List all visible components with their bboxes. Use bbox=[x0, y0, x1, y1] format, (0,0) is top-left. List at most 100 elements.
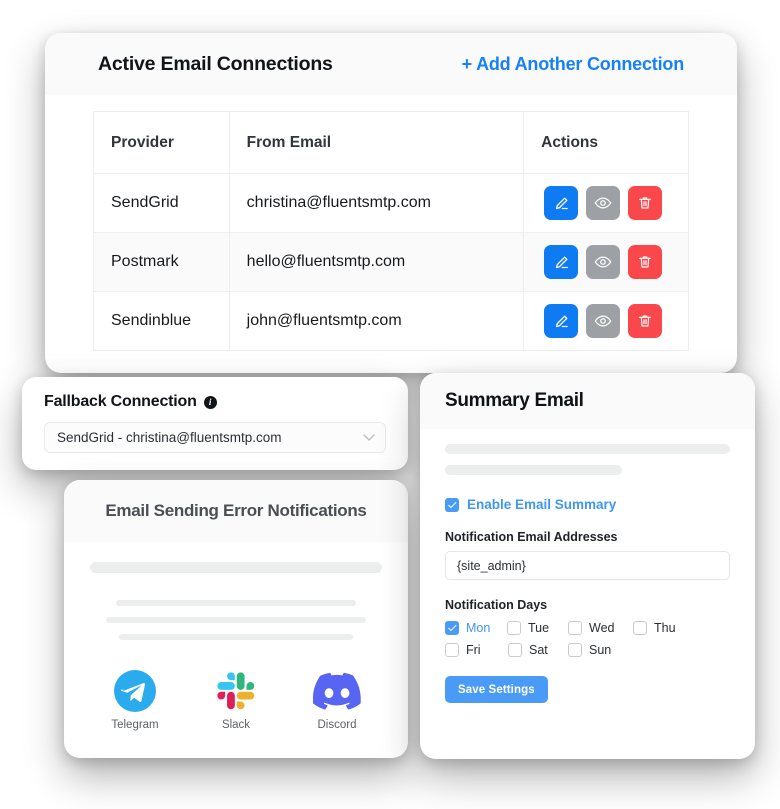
day-checkbox-tue[interactable]: Tue bbox=[507, 621, 568, 635]
discord-icon bbox=[313, 672, 361, 710]
delete-button[interactable] bbox=[628, 304, 663, 338]
summary-email-title: Summary Email bbox=[445, 390, 584, 411]
enable-email-summary-row[interactable]: Enable Email Summary bbox=[445, 497, 730, 512]
error-notifications-card: Email Sending Error Notifications Telegr… bbox=[64, 480, 408, 758]
fallback-connection-select[interactable]: SendGrid - christina@fluentsmtp.com bbox=[44, 422, 386, 453]
day-checkbox-fri-box[interactable] bbox=[445, 643, 459, 657]
day-label-sun: Sun bbox=[589, 643, 612, 657]
error-card-body: Telegram Slack Discord bbox=[64, 542, 408, 731]
day-checkbox-sun[interactable]: Sun bbox=[568, 643, 611, 657]
card-header: Active Email Connections + Add Another C… bbox=[45, 33, 737, 95]
day-label-wed: Wed bbox=[589, 621, 615, 635]
telegram-icon bbox=[114, 670, 156, 712]
email-value: christina@fluentsmtp.com bbox=[246, 194, 431, 211]
edit-button[interactable] bbox=[544, 304, 579, 338]
error-notifications-title: Email Sending Error Notifications bbox=[105, 501, 367, 520]
error-card-header: Email Sending Error Notifications bbox=[64, 480, 408, 542]
page-title: Active Email Connections bbox=[98, 52, 333, 75]
cell-provider: Postmark bbox=[93, 232, 230, 292]
edit-button[interactable] bbox=[544, 186, 579, 220]
discord-glyph bbox=[303, 666, 371, 716]
skeleton-bar bbox=[445, 444, 730, 454]
notification-days-grid: Mon Tue Wed Thu Fri Sat Sun bbox=[445, 621, 730, 657]
provider-value: SendGrid bbox=[111, 194, 179, 211]
day-checkbox-mon-box[interactable] bbox=[445, 621, 459, 635]
day-checkbox-wed-box[interactable] bbox=[568, 621, 582, 635]
fallback-title-row: Fallback Connection i bbox=[44, 393, 386, 411]
add-another-connection-link[interactable]: + Add Another Connection bbox=[462, 54, 685, 75]
day-checkbox-sat-box[interactable] bbox=[508, 643, 522, 657]
day-label-fri: Fri bbox=[466, 643, 481, 657]
row-actions bbox=[524, 186, 688, 220]
view-button[interactable] bbox=[586, 245, 621, 279]
cell-provider: Sendinblue bbox=[93, 291, 230, 351]
channel-label: Discord bbox=[317, 719, 357, 731]
channel-discord[interactable]: Discord bbox=[303, 666, 371, 731]
fallback-selected-value: SendGrid - christina@fluentsmtp.com bbox=[57, 430, 282, 445]
day-label-thu: Thu bbox=[654, 621, 676, 635]
skeleton-bar bbox=[106, 617, 366, 623]
summary-email-card: Summary Email Enable Email Summary Notif… bbox=[420, 373, 755, 759]
eye-icon bbox=[594, 197, 612, 209]
channel-slack[interactable]: Slack bbox=[202, 666, 270, 731]
day-checkbox-sat[interactable]: Sat bbox=[508, 643, 568, 657]
slack-glyph bbox=[202, 666, 270, 716]
skeleton-bar bbox=[90, 562, 382, 573]
screenshot-root: Active Email Connections + Add Another C… bbox=[0, 0, 780, 809]
telegram-glyph bbox=[101, 666, 169, 716]
summary-card-body: Enable Email Summary Notification Email … bbox=[420, 429, 755, 703]
trash-icon bbox=[639, 315, 652, 327]
view-button[interactable] bbox=[586, 186, 621, 220]
day-checkbox-thu-box[interactable] bbox=[633, 621, 647, 635]
day-label-tue: Tue bbox=[528, 621, 550, 635]
provider-value: Sendinblue bbox=[111, 312, 192, 329]
enable-email-summary-label: Enable Email Summary bbox=[467, 497, 617, 512]
channel-label: Slack bbox=[221, 719, 251, 731]
day-checkbox-wed[interactable]: Wed bbox=[568, 621, 633, 635]
column-header-from-email-label: From Email bbox=[246, 133, 332, 151]
fallback-inner: Fallback Connection i SendGrid - christi… bbox=[22, 377, 408, 453]
cell-email: christina@fluentsmtp.com bbox=[228, 173, 525, 233]
email-value: john@fluentsmtp.com bbox=[246, 312, 402, 329]
day-label-mon: Mon bbox=[466, 621, 491, 635]
edit-button[interactable] bbox=[544, 245, 579, 279]
delete-button[interactable] bbox=[628, 245, 663, 279]
pencil-icon bbox=[555, 256, 568, 268]
notification-email-addresses-input[interactable]: {site_admin} bbox=[445, 551, 730, 580]
cell-actions bbox=[523, 232, 689, 292]
save-settings-button[interactable]: Save Settings bbox=[445, 676, 548, 703]
delete-button[interactable] bbox=[628, 186, 663, 220]
day-checkbox-mon[interactable]: Mon bbox=[445, 621, 507, 635]
column-header-from-email: From Email bbox=[228, 111, 525, 174]
table-header-row: Provider From Email Actions bbox=[93, 111, 689, 174]
eye-icon bbox=[594, 315, 612, 327]
cell-email: hello@fluentsmtp.com bbox=[228, 232, 525, 292]
enable-email-summary-checkbox[interactable] bbox=[445, 497, 459, 512]
column-header-actions: Actions bbox=[523, 111, 689, 174]
day-checkbox-tue-box[interactable] bbox=[507, 621, 521, 635]
connections-table-wrap: Provider From Email Actions SendGrid chr… bbox=[45, 95, 737, 351]
info-icon[interactable]: i bbox=[203, 395, 217, 409]
trash-icon bbox=[639, 197, 652, 209]
table-row: SendGrid christina@fluentsmtp.com bbox=[93, 173, 689, 233]
day-checkbox-thu[interactable]: Thu bbox=[633, 621, 676, 635]
column-header-provider: Provider bbox=[93, 111, 230, 174]
provider-value: Postmark bbox=[111, 253, 179, 270]
skeleton-bar bbox=[116, 600, 356, 606]
active-connections-card: Active Email Connections + Add Another C… bbox=[45, 33, 737, 373]
view-button[interactable] bbox=[586, 304, 621, 338]
notification-channels: Telegram Slack Discord bbox=[90, 666, 382, 731]
skeleton-bar bbox=[445, 465, 622, 475]
cell-provider: SendGrid bbox=[93, 173, 230, 233]
column-header-provider-label: Provider bbox=[111, 133, 174, 151]
connections-table: Provider From Email Actions SendGrid chr… bbox=[93, 111, 689, 351]
slack-icon bbox=[217, 672, 255, 710]
day-checkbox-sun-box[interactable] bbox=[568, 643, 582, 657]
channel-telegram[interactable]: Telegram bbox=[101, 666, 169, 731]
row-actions bbox=[524, 304, 688, 338]
summary-card-header: Summary Email bbox=[420, 373, 755, 429]
email-value: hello@fluentsmtp.com bbox=[246, 253, 406, 270]
day-checkbox-fri[interactable]: Fri bbox=[445, 643, 508, 657]
eye-icon bbox=[594, 256, 612, 268]
notification-email-addresses-value: {site_admin} bbox=[457, 558, 526, 573]
